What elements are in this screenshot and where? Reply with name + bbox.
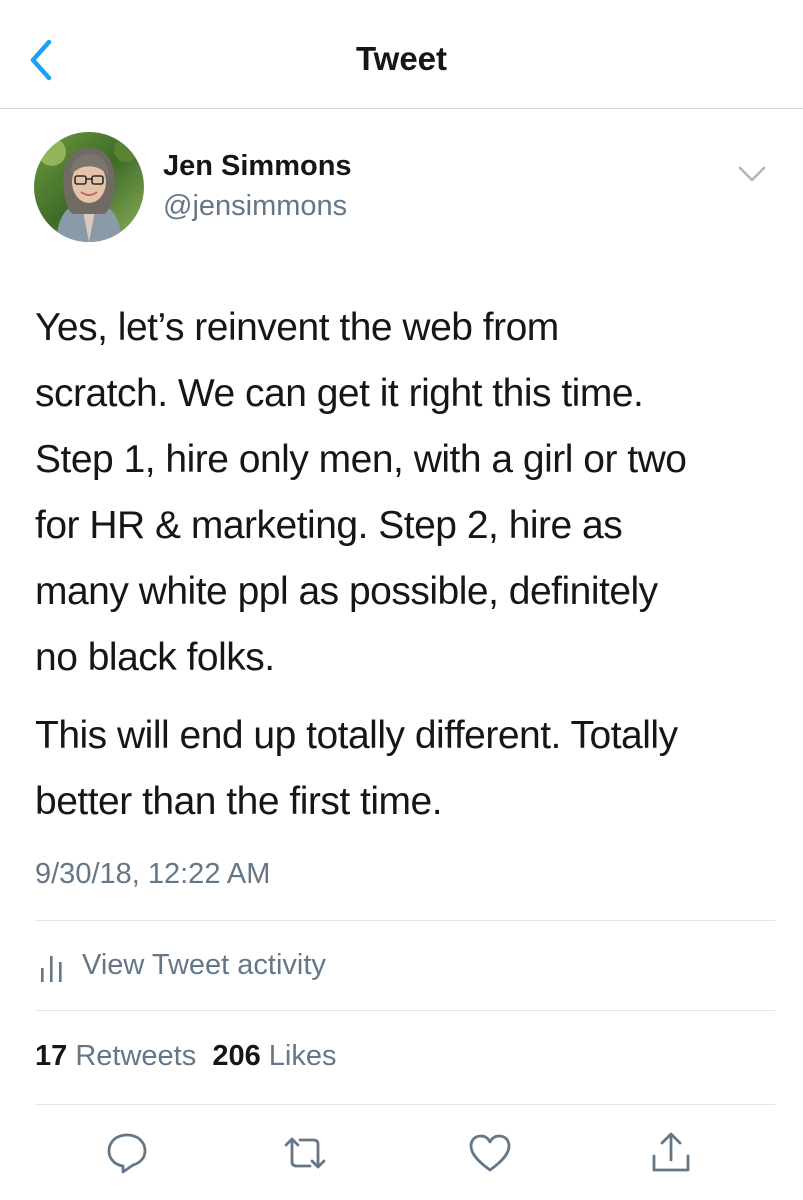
retweets-label: Retweets xyxy=(75,1040,197,1072)
view-tweet-activity-label: View Tweet activity xyxy=(82,949,326,981)
likes-count: 206 xyxy=(212,1040,261,1072)
tweet-text: Yes, let’s reinvent the web from scratch… xyxy=(35,295,775,835)
divider xyxy=(35,1010,775,1011)
retweet-button[interactable] xyxy=(280,1128,330,1178)
retweets-stat[interactable]: 17 Retweets xyxy=(35,1040,196,1072)
chevron-down-icon xyxy=(738,166,766,182)
bar-chart-icon xyxy=(41,956,62,982)
retweet-icon xyxy=(284,1137,326,1169)
nav-bar: Tweet xyxy=(0,0,803,109)
reply-icon xyxy=(107,1133,147,1174)
tweet-paragraph: This will end up totally different. Tota… xyxy=(35,714,678,823)
share-icon xyxy=(652,1132,690,1172)
page-title: Tweet xyxy=(355,40,448,77)
retweets-count: 17 xyxy=(35,1040,68,1072)
tweet-stats: 17 Retweets 206 Likes xyxy=(35,1040,337,1073)
likes-label: Likes xyxy=(268,1040,337,1072)
avatar[interactable] xyxy=(34,132,144,242)
reply-button[interactable] xyxy=(102,1128,152,1178)
author-handle[interactable]: @jensimmons xyxy=(163,190,347,223)
tweet-timestamp: 9/30/18, 12:22 AM xyxy=(35,858,271,890)
avatar-photo xyxy=(34,132,144,242)
author-name[interactable]: Jen Simmons xyxy=(163,150,352,183)
tweet-menu-button[interactable] xyxy=(732,158,772,190)
view-tweet-activity-button[interactable]: View Tweet activity xyxy=(35,944,435,992)
tweet-author: Jen Simmons @jensimmons xyxy=(34,132,774,247)
divider xyxy=(35,1104,775,1105)
like-button[interactable] xyxy=(465,1128,515,1178)
share-button[interactable] xyxy=(646,1128,696,1178)
tweet-paragraph: Yes, let’s reinvent the web from scratch… xyxy=(35,306,687,679)
likes-stat[interactable]: 206 Likes xyxy=(212,1040,336,1072)
divider xyxy=(35,920,775,921)
like-icon xyxy=(469,1134,511,1172)
